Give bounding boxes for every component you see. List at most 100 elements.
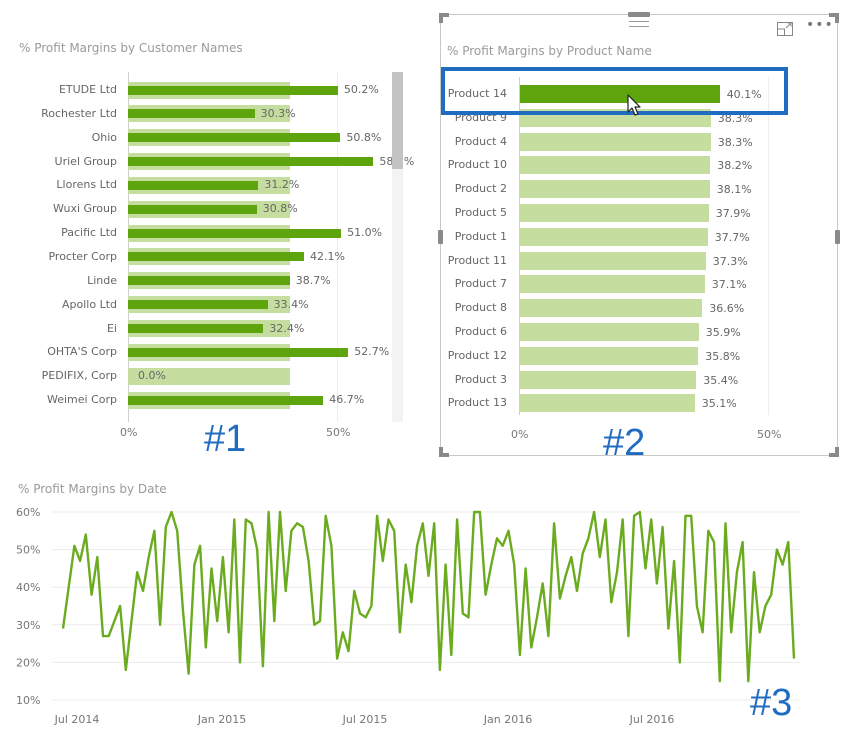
data-label: 37.7% <box>714 230 750 244</box>
category-label: OHTA'S Corp <box>47 345 117 359</box>
category-label: Product 8 <box>454 301 507 315</box>
bar <box>128 157 374 167</box>
date-margin-chart: % Profit Margins by Date 60% 50% 40% 30% 20%… <box>0 478 848 743</box>
data-label: 38.2% <box>717 159 753 173</box>
gridline <box>337 72 338 422</box>
category-label: Llorens Ltd <box>56 178 117 192</box>
category-label: Weimei Corp <box>46 393 117 407</box>
category-label: PEDIFIX, Corp <box>41 369 117 383</box>
data-label: 52.7% <box>354 345 390 359</box>
bar <box>128 180 259 190</box>
data-label: 32.4% <box>269 321 305 335</box>
bar <box>520 323 699 341</box>
data-label: 31.2% <box>264 178 300 192</box>
category-label: Product 2 <box>454 182 507 196</box>
bar <box>520 299 703 318</box>
y-tick-label: 60% <box>16 506 40 519</box>
bar <box>520 251 706 270</box>
bar <box>128 85 338 95</box>
category-label: Ei <box>106 321 117 335</box>
category-label: Rochester Ltd <box>41 106 117 120</box>
data-label: 50.8% <box>346 130 382 144</box>
data-label: 35.9% <box>705 326 741 339</box>
resize-handle[interactable] <box>835 230 840 244</box>
bar <box>128 109 255 119</box>
bar <box>520 275 705 294</box>
category-label: Product 10 <box>447 158 507 172</box>
data-label: 30.8% <box>262 202 298 216</box>
resize-handle[interactable] <box>439 447 449 457</box>
more-options-icon[interactable]: ••• <box>806 17 834 33</box>
data-label: 46.7% <box>329 393 365 407</box>
bar <box>520 370 697 389</box>
x-tick-label: 50% <box>326 426 351 439</box>
bar <box>128 133 341 143</box>
annotation-label-3: #3 <box>750 682 793 724</box>
x-tick-label: 50% <box>757 428 782 441</box>
data-label: 33.4% <box>273 297 309 311</box>
scrollbar-thumb[interactable] <box>392 72 403 169</box>
gridline <box>768 77 769 415</box>
category-label: Uriel Group <box>54 154 117 168</box>
annotation-label-1: #1 <box>204 418 247 460</box>
resize-handle[interactable] <box>439 13 449 23</box>
data-label: 37.1% <box>711 278 747 292</box>
data-label: 38.1% <box>716 183 752 197</box>
category-label: Product 5 <box>454 206 507 219</box>
data-label: 51.0% <box>347 226 383 240</box>
data-label: 35.1% <box>701 397 737 411</box>
category-label: Product 11 <box>447 253 507 267</box>
resize-handle[interactable] <box>628 12 650 17</box>
x-tick-label: 0% <box>511 428 529 441</box>
category-label: Product 7 <box>454 277 507 291</box>
bar <box>128 228 342 238</box>
x-tick-label: Jul 2016 <box>629 713 675 726</box>
data-label: 37.9% <box>715 207 751 220</box>
customer-margin-chart: % Profit Margins by Customer Names ETUDE… <box>0 30 420 450</box>
bar <box>128 395 324 405</box>
category-label: Procter Corp <box>48 249 117 263</box>
y-tick-label: 40% <box>16 581 40 594</box>
data-label: 38.7% <box>295 273 331 287</box>
category-label: Product 6 <box>454 325 507 338</box>
data-label: 37.3% <box>712 254 748 268</box>
x-tick-label: Jul 2014 <box>54 713 100 726</box>
chart-title: % Profit Margins by Customer Names <box>19 41 243 55</box>
line-chart-svg: 60% 50% 40% 30% 20% 10% Jul 2014 Jan 2015 Jul 20… <box>16 506 800 726</box>
annotation-label-2: #2 <box>603 422 646 464</box>
product-margin-chart[interactable]: ••• % Profit Margins by Product Name Pro… <box>438 12 840 457</box>
resize-handle[interactable] <box>829 447 839 457</box>
bar <box>520 156 711 175</box>
category-label: Ohio <box>91 130 117 144</box>
bar <box>520 346 699 365</box>
category-label: Product 3 <box>454 372 507 386</box>
bar <box>128 276 290 286</box>
bar <box>520 394 695 413</box>
data-label: 0.0% <box>138 369 166 383</box>
series-line <box>61 510 796 683</box>
data-label: 38.3% <box>717 135 753 149</box>
focus-mode-icon[interactable] <box>777 22 793 36</box>
category-label: Wuxi Group <box>52 202 117 216</box>
x-tick-label: Jan 2016 <box>483 713 532 726</box>
data-label: 50.2% <box>343 83 379 96</box>
category-label: Apollo Ltd <box>62 297 117 311</box>
bar <box>128 204 257 214</box>
data-label: 35.4% <box>703 373 739 387</box>
chart-title: % Profit Margins by Product Name <box>447 44 652 58</box>
data-label: 36.6% <box>709 302 745 316</box>
x-tick-label: 0% <box>120 426 138 439</box>
bar <box>128 252 304 262</box>
y-tick-label: 30% <box>16 619 40 632</box>
resize-handle[interactable] <box>438 230 443 244</box>
y-tick-label: 20% <box>16 656 40 669</box>
drag-handle-icon[interactable] <box>629 21 649 27</box>
bar <box>128 324 264 333</box>
y-tick-label: 10% <box>16 694 40 707</box>
bar <box>520 204 709 222</box>
selection-highlight <box>441 67 788 115</box>
bar <box>520 180 710 199</box>
x-tick-label: Jan 2015 <box>197 713 246 726</box>
bar <box>128 300 268 310</box>
data-label: 42.1% <box>309 249 345 263</box>
